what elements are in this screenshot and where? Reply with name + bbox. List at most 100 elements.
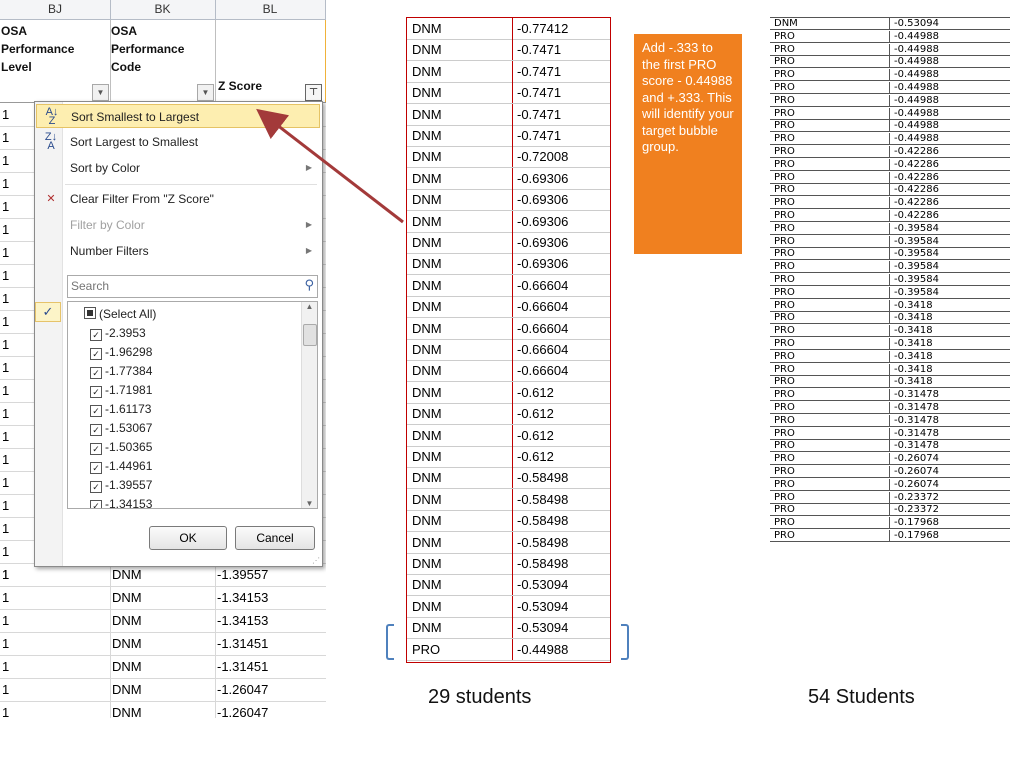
cell-divider <box>889 158 890 170</box>
select-all-item[interactable]: (Select All) <box>84 305 156 324</box>
level-cell[interactable]: 1 <box>2 402 9 425</box>
level-cell[interactable]: 1 <box>2 149 9 172</box>
list-scrollbar[interactable]: ▲ ▼ <box>301 302 317 508</box>
filter-value-item[interactable]: ✓ -1.71981 <box>90 381 152 400</box>
filter-value-item[interactable]: ✓ -2.3953 <box>90 324 146 343</box>
value-checkbox[interactable]: ✓ <box>90 481 102 493</box>
level-cell[interactable]: 1 <box>2 126 9 149</box>
code-cell: DNM <box>412 534 442 550</box>
filter-values-list[interactable]: (Select All) ✓ -2.3953 ✓ -1.96298 ✓ -1.77384 ✓… <box>67 301 318 509</box>
number-filters-item[interactable]: Number Filters ▶ <box>36 239 320 263</box>
value-checkbox[interactable]: ✓ <box>90 424 102 436</box>
middle-table-caption: 29 students <box>428 686 532 708</box>
code-cell[interactable]: DNM <box>112 586 142 609</box>
header-cell-code[interactable]: OSA Performance Code ▼ <box>110 20 216 102</box>
header-cell-level[interactable]: OSA Performance Level ▼ <box>0 20 111 102</box>
zscore-cell[interactable]: -1.34153 <box>217 609 268 632</box>
code-cell[interactable]: DNM <box>112 701 142 718</box>
level-cell[interactable]: 1 <box>2 195 9 218</box>
zscore-cell: -0.3418 <box>894 350 933 362</box>
level-cell[interactable]: 1 <box>2 310 9 333</box>
level-cell[interactable]: 1 <box>2 471 9 494</box>
level-cell[interactable]: 1 <box>2 425 9 448</box>
filter-value-item[interactable]: ✓ -1.39557 <box>90 476 152 495</box>
resize-grip-icon[interactable]: ⋰ <box>312 556 320 565</box>
zscore-cell[interactable]: -1.31451 <box>217 632 268 655</box>
filter-dropdown-icon[interactable]: ▼ <box>92 84 109 101</box>
level-cell[interactable]: 1 <box>2 517 9 540</box>
code-cell: PRO <box>774 248 795 260</box>
filter-value-item[interactable]: ✓ -1.96298 <box>90 343 152 362</box>
zscore-cell[interactable]: -1.26047 <box>217 701 268 718</box>
active-filter-icon[interactable]: ⊤ <box>305 84 322 101</box>
code-cell[interactable]: DNM <box>112 678 142 701</box>
level-cell[interactable]: 1 <box>2 632 9 655</box>
code-cell[interactable]: DNM <box>112 632 142 655</box>
sort-by-color-item[interactable]: Sort by Color ▶ <box>36 156 320 180</box>
value-checkbox[interactable]: ✓ <box>90 443 102 455</box>
level-cell[interactable]: 1 <box>2 586 9 609</box>
level-cell[interactable]: 1 <box>2 678 9 701</box>
level-cell[interactable]: 1 <box>2 494 9 517</box>
filter-search-box[interactable]: ⚲ <box>67 275 318 298</box>
level-cell[interactable]: 1 <box>2 655 9 678</box>
zscore-cell[interactable]: -1.26047 <box>217 678 268 701</box>
search-icon[interactable]: ⚲ <box>304 277 314 293</box>
level-cell[interactable]: 1 <box>2 540 9 563</box>
scroll-up-icon[interactable]: ▲ <box>302 302 317 311</box>
level-cell[interactable]: 1 <box>2 563 9 586</box>
zscore-cell[interactable]: -1.34153 <box>217 586 268 609</box>
value-checkbox[interactable]: ✓ <box>90 500 102 508</box>
zscore-cell: -0.53094 <box>517 620 569 636</box>
cancel-button[interactable]: Cancel <box>235 526 315 550</box>
value-checkbox[interactable]: ✓ <box>90 405 102 417</box>
filter-by-color-item[interactable]: Filter by Color ▶ <box>36 213 320 237</box>
filter-value-item[interactable]: ✓ -1.61173 <box>90 400 151 419</box>
table-row: DNM -0.66604 <box>407 274 610 297</box>
filter-value-item[interactable]: ✓ -1.34153 <box>90 495 152 508</box>
sort-descending-item[interactable]: Z↓ A Sort Largest to Smallest <box>36 130 320 154</box>
column-header-bl[interactable]: BL <box>215 0 326 19</box>
filter-value-item[interactable]: ✓ -1.44961 <box>90 457 152 476</box>
autofilter-dropdown[interactable]: A↓ Z Sort Smallest to Largest Z↓ A Sort La… <box>34 101 323 567</box>
value-checkbox[interactable]: ✓ <box>90 462 102 474</box>
code-cell[interactable]: DNM <box>112 655 142 678</box>
sort-ascending-item[interactable]: A↓ Z Sort Smallest to Largest <box>36 104 320 128</box>
zscore-cell[interactable]: -1.31451 <box>217 655 268 678</box>
level-cell[interactable]: 1 <box>2 218 9 241</box>
value-checkbox[interactable]: ✓ <box>90 367 102 379</box>
select-all-checkbox[interactable] <box>84 307 96 319</box>
level-cell[interactable]: 1 <box>2 356 9 379</box>
level-cell[interactable]: 1 <box>2 287 9 310</box>
level-cell[interactable]: 1 <box>2 103 9 126</box>
level-cell[interactable]: 1 <box>2 609 9 632</box>
filter-value-label: -1.53067 <box>105 421 153 435</box>
code-cell: PRO <box>774 43 795 55</box>
code-cell: PRO <box>774 466 795 477</box>
level-cell[interactable]: 1 <box>2 172 9 195</box>
zscore-cell: -0.58498 <box>517 513 569 529</box>
ok-button[interactable]: OK <box>149 526 227 550</box>
level-cell[interactable]: 1 <box>2 241 9 264</box>
value-checkbox[interactable]: ✓ <box>90 348 102 360</box>
level-cell[interactable]: 1 <box>2 701 9 718</box>
filter-value-item[interactable]: ✓ -1.77384 <box>90 362 152 381</box>
filter-value-item[interactable]: ✓ -1.53067 <box>90 419 152 438</box>
scroll-down-icon[interactable]: ▼ <box>302 499 317 508</box>
level-cell[interactable]: 1 <box>2 448 9 471</box>
column-header-bj[interactable]: BJ <box>0 0 111 19</box>
level-cell[interactable]: 1 <box>2 379 9 402</box>
header-cell-zscore[interactable]: Z Score ⊤ <box>215 20 326 102</box>
filter-dropdown-icon[interactable]: ▼ <box>197 84 214 101</box>
clear-filter-item[interactable]: ✕ Clear Filter From "Z Score" <box>36 187 320 211</box>
level-cell[interactable]: 1 <box>2 333 9 356</box>
level-cell[interactable]: 1 <box>2 264 9 287</box>
column-header-bk[interactable]: BK <box>110 0 216 19</box>
value-checkbox[interactable]: ✓ <box>90 386 102 398</box>
code-cell[interactable]: DNM <box>112 609 142 632</box>
scrollbar-thumb[interactable] <box>303 324 317 346</box>
value-checkbox[interactable]: ✓ <box>90 329 102 341</box>
filter-value-item[interactable]: ✓ -1.50365 <box>90 438 152 457</box>
table-row: 1 DNM -1.26047 <box>0 678 326 702</box>
filter-search-input[interactable] <box>68 276 291 295</box>
